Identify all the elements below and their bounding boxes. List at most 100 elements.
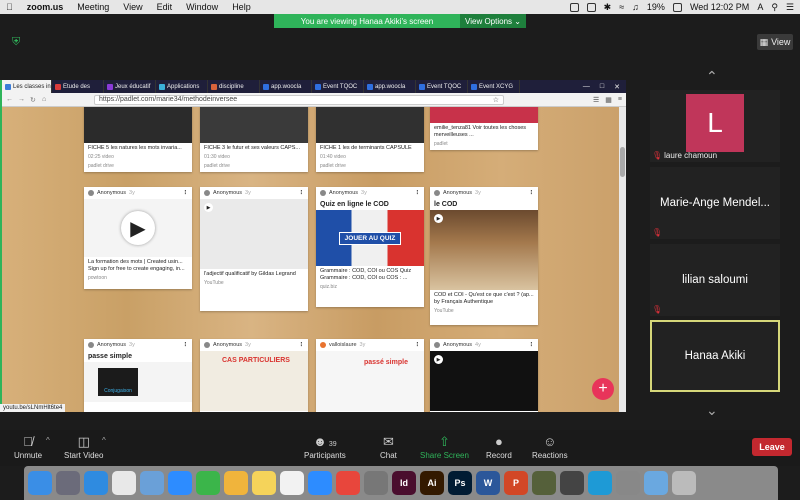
more-options-icon[interactable]: ⋮ bbox=[299, 190, 305, 196]
bluetooth-icon[interactable]: ✱ bbox=[604, 2, 612, 13]
dock-music-icon[interactable] bbox=[280, 471, 304, 495]
browser-tab[interactable]: app.woocla bbox=[364, 80, 416, 93]
zoom-tray-icon[interactable] bbox=[586, 2, 596, 12]
more-options-icon[interactable]: ⋮ bbox=[415, 190, 421, 196]
participant-tile-active-speaker[interactable]: Hanaa Akiki bbox=[650, 320, 780, 392]
bookmark-star-icon[interactable]: ☆ bbox=[493, 96, 499, 104]
padlet-card[interactable]: emilie_tenza81 Voir toutes les choses me… bbox=[430, 107, 538, 151]
dock-chrome-icon[interactable] bbox=[112, 471, 136, 495]
input-source[interactable]: A bbox=[757, 2, 763, 12]
play-icon[interactable]: ▶ bbox=[434, 355, 443, 364]
volume-icon[interactable]: ♫ bbox=[632, 2, 639, 12]
battery-level[interactable]: 19% bbox=[647, 2, 665, 12]
menu-edit[interactable]: Edit bbox=[157, 2, 173, 12]
padlet-card[interactable]: Anonymous 3y ⋮ ▶ La formation des mots | C… bbox=[84, 187, 192, 289]
more-options-icon[interactable]: ⋮ bbox=[183, 342, 189, 348]
padlet-card[interactable]: Anonymous 3y ⋮ passe simple Conjugaison bbox=[84, 339, 192, 412]
share-screen-button[interactable]: ⇧ Share Screen bbox=[420, 434, 469, 460]
dock-illustrator-icon[interactable]: Ai bbox=[420, 471, 444, 495]
clock[interactable]: Wed 12:02 PM bbox=[690, 2, 749, 12]
dock-accessibility-icon[interactable] bbox=[588, 471, 612, 495]
dock-photos-icon[interactable] bbox=[224, 471, 248, 495]
leave-button[interactable]: Leave bbox=[752, 438, 792, 456]
participant-tile[interactable]: lilian saloumi 🎙 bbox=[650, 244, 780, 316]
browser-tab[interactable]: Applications bbox=[156, 80, 208, 93]
menu-window[interactable]: Window bbox=[186, 2, 218, 12]
menu-help[interactable]: Help bbox=[232, 2, 251, 12]
menu-meeting[interactable]: Meeting bbox=[77, 2, 109, 12]
maximize-icon[interactable]: □ bbox=[600, 83, 604, 90]
browser-tab[interactable]: Event XCYG bbox=[468, 80, 520, 93]
browser-tab[interactable]: app.woocla bbox=[260, 80, 312, 93]
padlet-card[interactable]: FICHE 5 les natures les mots invaria... … bbox=[84, 107, 192, 173]
page-scrollbar[interactable] bbox=[619, 107, 626, 412]
control-center-icon[interactable]: ☰ bbox=[786, 2, 794, 13]
dock-downloads-icon[interactable] bbox=[644, 471, 668, 495]
dock-anydesk-icon[interactable] bbox=[336, 471, 360, 495]
menu-view[interactable]: View bbox=[123, 2, 142, 12]
chat-button[interactable]: ✉ Chat bbox=[380, 434, 397, 460]
video-thumbnail[interactable] bbox=[200, 107, 308, 143]
wifi-icon[interactable]: ≈ bbox=[619, 2, 624, 12]
audio-options-caret-icon[interactable]: ^ bbox=[46, 436, 50, 445]
dock-indesign-icon[interactable]: Id bbox=[392, 471, 416, 495]
more-options-icon[interactable]: ⋮ bbox=[529, 342, 535, 348]
padlet-card[interactable]: Anonymous 3y ⋮ ▶ l'adjectif qualificatif b… bbox=[200, 187, 308, 311]
more-options-icon[interactable]: ⋮ bbox=[183, 190, 189, 196]
dock-zoom-icon[interactable] bbox=[168, 471, 192, 495]
play-icon[interactable]: ▶ bbox=[121, 211, 155, 245]
padlet-card[interactable]: Anonymous 3y ⋮ CAS PARTICULIERS bbox=[200, 339, 308, 412]
padlet-card[interactable]: Anonymous 4y ⋮ ▶ bbox=[430, 339, 538, 412]
padlet-card[interactable]: valloislaure 3y ⋮ passé simple bbox=[316, 339, 424, 412]
play-icon[interactable]: ▶ bbox=[434, 214, 443, 223]
security-shield-icon[interactable]: ⛨ bbox=[12, 36, 20, 49]
participant-tile[interactable]: L 🎙 laure chamoun bbox=[650, 90, 780, 162]
menu-icon[interactable]: ≡ bbox=[618, 96, 622, 104]
dock-facetime-icon[interactable] bbox=[196, 471, 220, 495]
close-icon[interactable]: ✕ bbox=[614, 83, 620, 91]
participants-button[interactable]: ☻ 39 Participants bbox=[304, 434, 346, 460]
image-thumbnail[interactable] bbox=[430, 107, 538, 123]
chevron-down-icon[interactable]: ⌄ bbox=[706, 402, 718, 419]
search-icon[interactable]: ⚲ bbox=[771, 2, 778, 13]
padlet-card[interactable]: FICHE 3 le futur et ses valeurs CAPS... … bbox=[200, 107, 308, 173]
video-thumbnail[interactable]: ▶ bbox=[430, 351, 538, 411]
dock-launchpad-icon[interactable] bbox=[56, 471, 80, 495]
padlet-board[interactable]: FICHE 5 les natures les mots invaria... … bbox=[2, 107, 626, 412]
play-icon[interactable]: ▶ bbox=[204, 203, 213, 212]
back-icon[interactable]: ← bbox=[6, 96, 18, 103]
padlet-card[interactable]: FICHE 1 les de terminants CAPSULE 01:40 … bbox=[316, 107, 424, 173]
padlet-card[interactable]: Anonymous 3y ⋮ Quiz en ligne le COD JOUER … bbox=[316, 187, 424, 307]
dock-word-icon[interactable]: W bbox=[476, 471, 500, 495]
video-thumbnail[interactable]: CAS PARTICULIERS bbox=[200, 351, 308, 411]
browser-tab[interactable]: Les classes in bbox=[2, 80, 52, 93]
library-icon[interactable]: ☰ bbox=[593, 96, 599, 104]
scrollbar-thumb[interactable] bbox=[620, 147, 625, 177]
video-thumbnail[interactable]: ▶ bbox=[200, 199, 308, 269]
play-quiz-button[interactable]: JOUER AU QUIZ bbox=[338, 231, 402, 245]
browser-tab[interactable]: Jeux éducatif bbox=[104, 80, 156, 93]
dock-automator-icon[interactable] bbox=[616, 471, 640, 495]
dock-finder-icon[interactable] bbox=[28, 471, 52, 495]
video-thumbnail[interactable]: passé simple bbox=[316, 351, 424, 411]
dock-powerpoint-icon[interactable]: P bbox=[504, 471, 528, 495]
dropbox-icon[interactable] bbox=[569, 2, 579, 12]
image-thumbnail[interactable]: Conjugaison bbox=[84, 362, 192, 402]
menu-app-name[interactable]: zoom.us bbox=[27, 2, 64, 12]
browser-tab[interactable]: Etude des bbox=[52, 80, 104, 93]
view-options-button[interactable]: View Options ⌄ bbox=[460, 14, 526, 28]
more-options-icon[interactable]: ⋮ bbox=[529, 190, 535, 196]
participant-tile[interactable]: Marie-Ange Mendel... 🎙 bbox=[650, 167, 780, 239]
dock-photoshop-icon[interactable]: Ps bbox=[448, 471, 472, 495]
start-video-button[interactable]: ◫ Start Video bbox=[64, 434, 103, 460]
more-options-icon[interactable]: ⋮ bbox=[299, 342, 305, 348]
reload-icon[interactable]: ↻ bbox=[30, 96, 42, 104]
dock-preview-icon[interactable] bbox=[140, 471, 164, 495]
dock-safari-icon[interactable] bbox=[84, 471, 108, 495]
video-options-caret-icon[interactable]: ^ bbox=[102, 436, 106, 445]
dock-game-icon[interactable] bbox=[532, 471, 556, 495]
record-button[interactable]: ● Record bbox=[486, 434, 512, 460]
video-thumbnail[interactable]: ▶ bbox=[84, 199, 192, 257]
dock-trash-icon[interactable] bbox=[672, 471, 696, 495]
forward-icon[interactable]: → bbox=[18, 96, 30, 103]
